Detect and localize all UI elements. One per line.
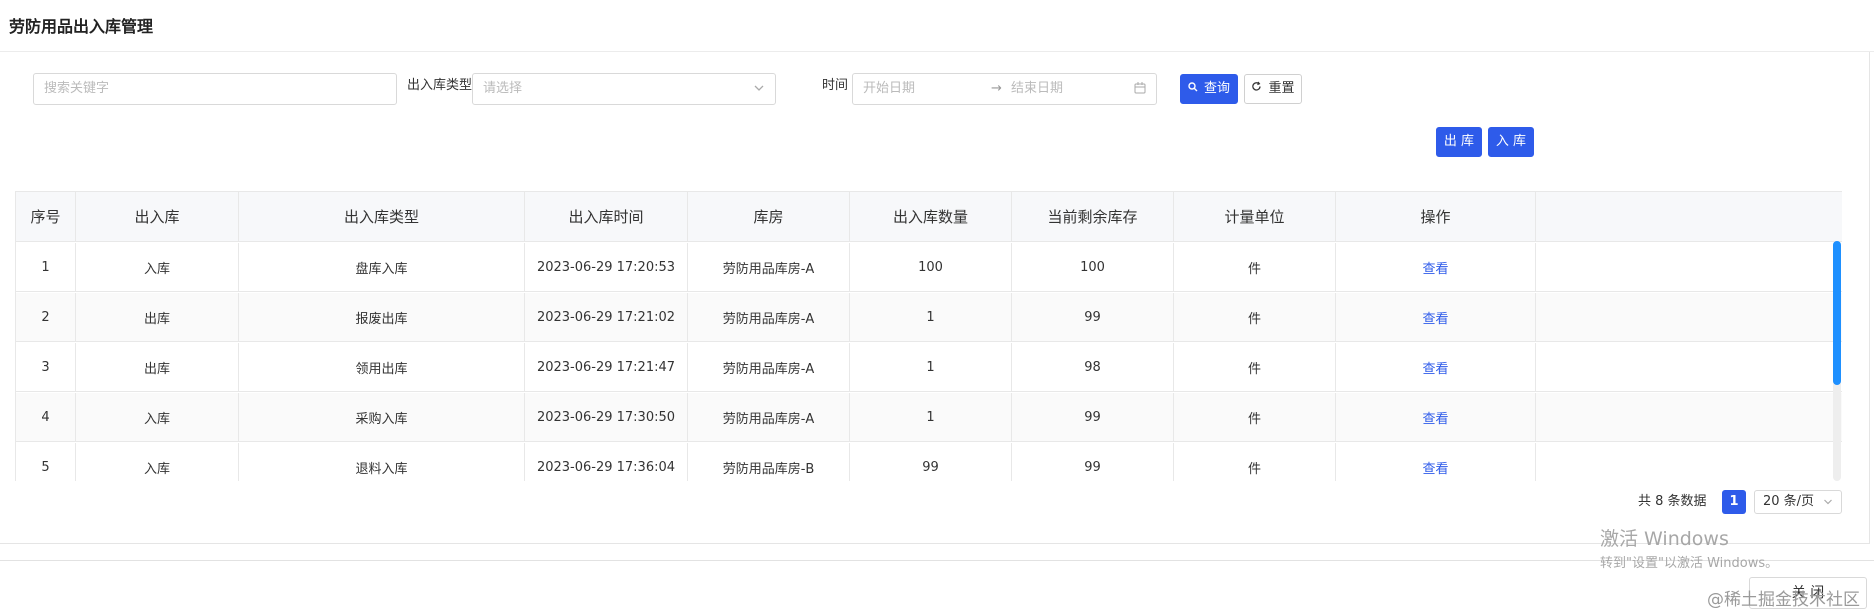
view-link[interactable]: 查看 bbox=[1422, 408, 1448, 427]
reset-button-label: 重置 bbox=[1268, 81, 1295, 96]
table-cell: 2023-06-29 17:20:53 bbox=[525, 243, 688, 291]
table-header-cell: 出入库数量 bbox=[850, 192, 1012, 241]
table-header-cell: 当前剩余库存 bbox=[1012, 192, 1174, 241]
table-cell: 盘库入库 bbox=[239, 243, 525, 291]
calendar-icon bbox=[1134, 74, 1146, 116]
windows-activation-title: 激活 Windows bbox=[1600, 528, 1729, 550]
table-cell: 99 bbox=[1012, 293, 1174, 341]
table-scrollbar-thumb[interactable] bbox=[1833, 241, 1841, 385]
dialog-page: 劳防用品出入库管理 搜索关键字 出入库类型 请选择 时间 开始日期 → 结束日期… bbox=[0, 0, 1874, 614]
end-date-input[interactable]: 结束日期 bbox=[1011, 74, 1063, 104]
table-row: 3 出库 领用出库 2023-06-29 17:21:47 劳防用品库房-A 1… bbox=[16, 343, 1842, 392]
stock-in-button[interactable]: 入 库 bbox=[1488, 127, 1534, 157]
table-cell: 99 bbox=[850, 443, 1012, 481]
reset-button[interactable]: 重置 bbox=[1244, 74, 1302, 104]
range-separator: → bbox=[991, 81, 1002, 96]
table-cell: 98 bbox=[1012, 343, 1174, 391]
table-header-cell: 出入库时间 bbox=[525, 192, 688, 241]
table-header-cell: 操作 bbox=[1336, 192, 1536, 241]
view-link[interactable]: 查看 bbox=[1422, 308, 1448, 327]
table-cell: 劳防用品库房-A bbox=[688, 293, 850, 341]
table-cell: 件 bbox=[1174, 443, 1336, 481]
table-cell: 采购入库 bbox=[239, 393, 525, 441]
table-header-cell: 库房 bbox=[688, 192, 850, 241]
table-cell: 1 bbox=[850, 343, 1012, 391]
refresh-icon bbox=[1251, 74, 1262, 104]
table-cell: 2023-06-29 17:36:04 bbox=[525, 443, 688, 481]
query-button[interactable]: 查询 bbox=[1180, 74, 1238, 104]
table-cell: 件 bbox=[1174, 343, 1336, 391]
page-title: 劳防用品出入库管理 bbox=[9, 17, 154, 36]
table-cell: 劳防用品库房-A bbox=[688, 393, 850, 441]
table-cell: 3 bbox=[16, 343, 76, 391]
table-header-cell: 出入库 bbox=[76, 192, 239, 241]
type-filter-label: 出入库类型 bbox=[407, 78, 473, 93]
windows-activation-hint: 转到"设置"以激活 Windows。 bbox=[1600, 556, 1779, 571]
table-cell: 件 bbox=[1174, 393, 1336, 441]
footer-divider bbox=[0, 560, 1874, 561]
table-row: 1 入库 盘库入库 2023-06-29 17:20:53 劳防用品库房-A 1… bbox=[16, 243, 1842, 292]
date-range-picker[interactable]: 开始日期 → 结束日期 bbox=[852, 73, 1157, 105]
table-header-row: 序号 出入库 出入库类型 出入库时间 库房 出入库数量 当前剩余库存 计量单位 … bbox=[16, 192, 1842, 242]
table-header-cell: 序号 bbox=[16, 192, 76, 241]
table-cell: 2023-06-29 17:30:50 bbox=[525, 393, 688, 441]
table-cell: 劳防用品库房-A bbox=[688, 243, 850, 291]
table-cell: 1 bbox=[16, 243, 76, 291]
search-icon bbox=[1188, 74, 1198, 104]
type-select-placeholder: 请选择 bbox=[483, 81, 523, 96]
table-cell: 入库 bbox=[76, 443, 239, 481]
type-select[interactable]: 请选择 bbox=[472, 73, 776, 105]
table-cell: 2 bbox=[16, 293, 76, 341]
table-header-cell: 出入库类型 bbox=[239, 192, 525, 241]
pagination-total: 共 8 条数据 bbox=[1638, 494, 1707, 509]
table-cell: 5 bbox=[16, 443, 76, 481]
table-cell: 劳防用品库房-A bbox=[688, 343, 850, 391]
view-link[interactable]: 查看 bbox=[1422, 358, 1448, 377]
table-cell: 1 bbox=[850, 393, 1012, 441]
site-watermark: @稀土掘金技术社区 bbox=[1707, 590, 1860, 610]
view-link[interactable]: 查看 bbox=[1422, 458, 1448, 477]
table-cell: 退料入库 bbox=[239, 443, 525, 481]
table-cell: 4 bbox=[16, 393, 76, 441]
page-size-value: 20 条/页 bbox=[1763, 494, 1815, 509]
stock-table: 序号 出入库 出入库类型 出入库时间 库房 出入库数量 当前剩余库存 计量单位 … bbox=[15, 191, 1842, 481]
table-cell: 领用出库 bbox=[239, 343, 525, 391]
page-size-select[interactable]: 20 条/页 bbox=[1754, 490, 1842, 514]
table-cell: 劳防用品库房-B bbox=[688, 443, 850, 481]
table-cell: 100 bbox=[850, 243, 1012, 291]
table-cell: 100 bbox=[1012, 243, 1174, 291]
table-cell: 出库 bbox=[76, 293, 239, 341]
table-cell: 1 bbox=[850, 293, 1012, 341]
search-input[interactable]: 搜索关键字 bbox=[33, 73, 397, 105]
table-cell: 入库 bbox=[76, 243, 239, 291]
pagination-page-1[interactable]: 1 bbox=[1722, 490, 1746, 514]
time-filter-label: 时间 bbox=[822, 78, 849, 93]
table-cell: 件 bbox=[1174, 243, 1336, 291]
chevron-down-icon bbox=[753, 74, 765, 116]
table-cell: 报废出库 bbox=[239, 293, 525, 341]
table-cell: 入库 bbox=[76, 393, 239, 441]
stock-out-button[interactable]: 出 库 bbox=[1436, 127, 1482, 157]
chevron-down-icon bbox=[1823, 491, 1833, 521]
table-cell: 2023-06-29 17:21:47 bbox=[525, 343, 688, 391]
table-row: 5 入库 退料入库 2023-06-29 17:36:04 劳防用品库房-B 9… bbox=[16, 443, 1842, 481]
table-row: 2 出库 报废出库 2023-06-29 17:21:02 劳防用品库房-A 1… bbox=[16, 293, 1842, 342]
table-cell: 出库 bbox=[76, 343, 239, 391]
table-cell: 99 bbox=[1012, 443, 1174, 481]
table-cell: 2023-06-29 17:21:02 bbox=[525, 293, 688, 341]
view-link[interactable]: 查看 bbox=[1422, 258, 1448, 277]
table-row: 4 入库 采购入库 2023-06-29 17:30:50 劳防用品库房-A 1… bbox=[16, 393, 1842, 442]
dialog-header: 劳防用品出入库管理 bbox=[0, 0, 1874, 52]
query-button-label: 查询 bbox=[1203, 81, 1230, 96]
table-header-cell: 计量单位 bbox=[1174, 192, 1336, 241]
table-cell: 99 bbox=[1012, 393, 1174, 441]
table-cell: 件 bbox=[1174, 293, 1336, 341]
start-date-input[interactable]: 开始日期 bbox=[863, 81, 915, 96]
